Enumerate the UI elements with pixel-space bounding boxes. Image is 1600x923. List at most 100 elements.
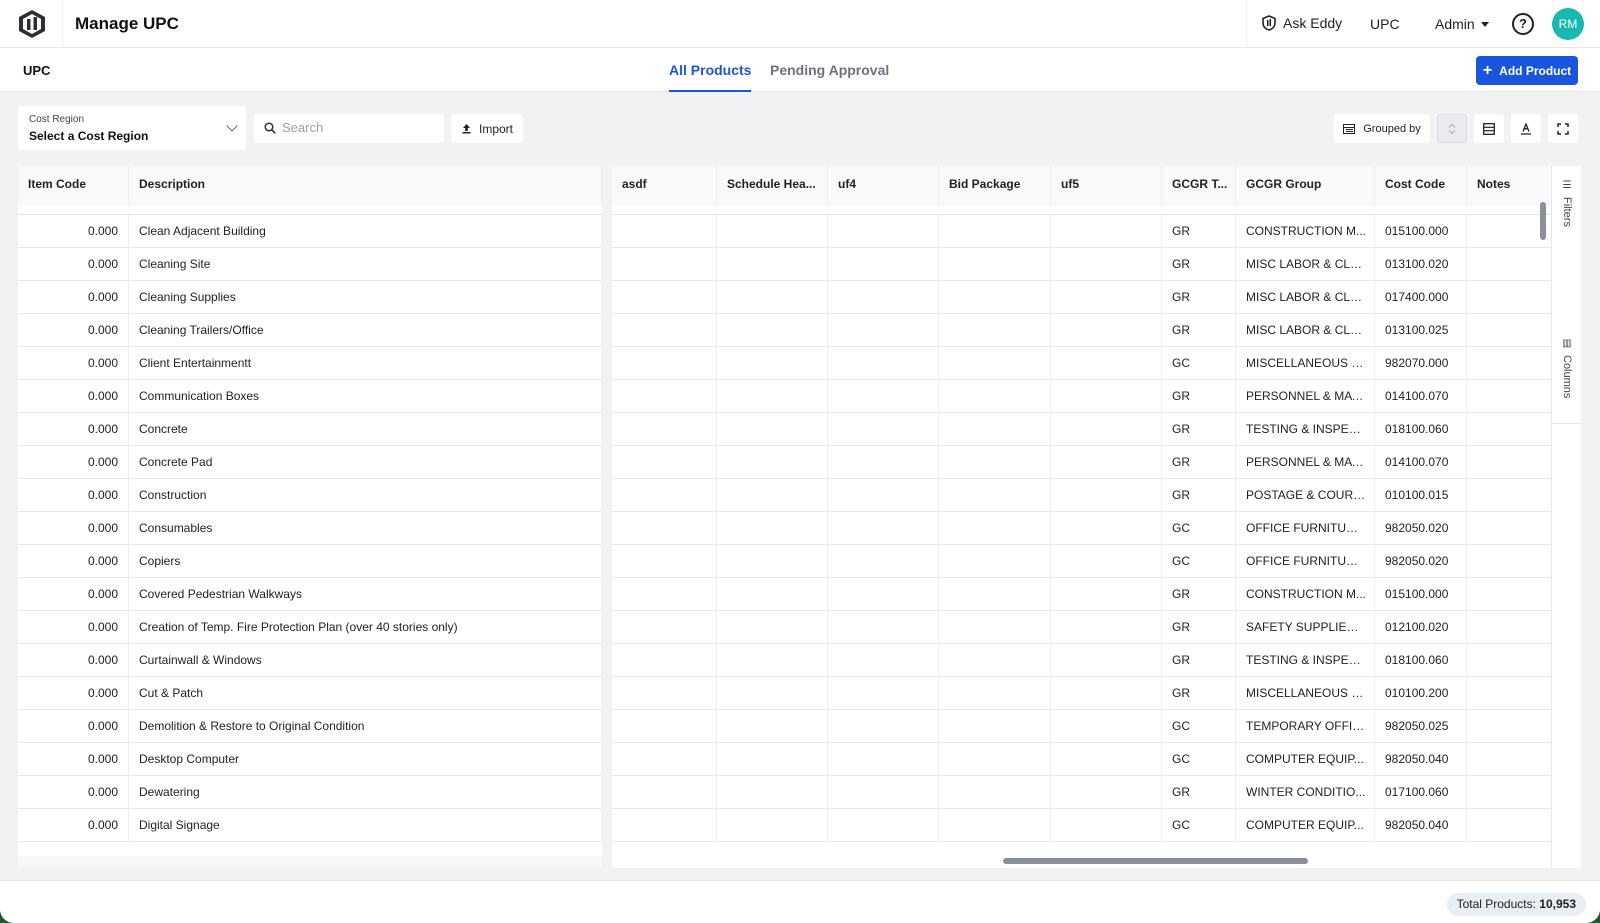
table-cell[interactable] bbox=[717, 446, 828, 479]
table-row[interactable]: 0.000 Communication Boxes GR PERSONNEL & MA… bbox=[18, 380, 1551, 413]
table-cell[interactable] bbox=[828, 380, 939, 413]
table-cell[interactable] bbox=[939, 512, 1051, 545]
table-cell[interactable] bbox=[717, 743, 828, 776]
table-cell-cost-code[interactable]: 017100.060 bbox=[1375, 776, 1467, 809]
table-cell[interactable] bbox=[1051, 677, 1162, 710]
table-cell-gcgr-type[interactable]: GC bbox=[1162, 710, 1236, 743]
table-cell-cost-code[interactable]: 014100.070 bbox=[1375, 380, 1467, 413]
table-cell-gcgr-type[interactable]: GR bbox=[1162, 380, 1236, 413]
table-cell-cost-code[interactable]: 012100.020 bbox=[1375, 611, 1467, 644]
column-header-bid-package[interactable]: Bid Package bbox=[939, 166, 1051, 206]
app-logo-icon[interactable] bbox=[18, 9, 46, 39]
table-cell[interactable] bbox=[1051, 380, 1162, 413]
table-cell-description[interactable]: Consumables bbox=[129, 512, 602, 545]
table-cell-gcgr-group[interactable]: TESTING & INSPECT... bbox=[1236, 644, 1375, 677]
table-cell-gcgr-type[interactable]: GR bbox=[1162, 281, 1236, 314]
vertical-scrollbar[interactable] bbox=[1540, 202, 1546, 240]
table-cell-gcgr-group[interactable]: MISC LABOR & CLE... bbox=[1236, 248, 1375, 281]
table-cell[interactable] bbox=[1051, 281, 1162, 314]
table-cell[interactable] bbox=[612, 644, 717, 677]
column-header-schedule-header[interactable]: Schedule Hea... bbox=[717, 166, 828, 206]
columns-tab[interactable]: ▥ Columns bbox=[1552, 334, 1581, 424]
column-header-description[interactable]: Description bbox=[129, 166, 602, 206]
table-cell-cost-code[interactable]: 010100.015 bbox=[1375, 479, 1467, 512]
table-cell[interactable] bbox=[612, 611, 717, 644]
text-format-button[interactable] bbox=[1511, 114, 1541, 143]
table-cell[interactable] bbox=[717, 380, 828, 413]
add-product-button[interactable]: + Add Product bbox=[1476, 56, 1578, 85]
table-cell[interactable] bbox=[1051, 413, 1162, 446]
table-cell[interactable] bbox=[828, 578, 939, 611]
table-cell[interactable] bbox=[939, 743, 1051, 776]
table-cell[interactable] bbox=[1051, 809, 1162, 842]
import-button[interactable]: Import bbox=[451, 114, 523, 143]
table-row[interactable]: 0.000 Curtainwall & Windows GR TESTING & IN… bbox=[18, 644, 1551, 677]
table-cell[interactable] bbox=[717, 578, 828, 611]
table-cell[interactable] bbox=[828, 215, 939, 248]
table-cell[interactable] bbox=[717, 710, 828, 743]
table-cell-gcgr-type[interactable]: GR bbox=[1162, 413, 1236, 446]
table-cell-item-code[interactable]: 0.000 bbox=[18, 281, 129, 314]
table-cell[interactable] bbox=[612, 809, 717, 842]
table-cell-gcgr-group[interactable]: MISCELLANEOUS S... bbox=[1236, 677, 1375, 710]
table-cell-cost-code[interactable]: 018100.060 bbox=[1375, 413, 1467, 446]
table-cell-gcgr-group[interactable]: CONSTRUCTION M... bbox=[1236, 215, 1375, 248]
table-cell-gcgr-group[interactable]: MISCELLANEOUS E... bbox=[1236, 347, 1375, 380]
column-header-asdf[interactable]: asdf bbox=[612, 166, 717, 206]
table-cell[interactable] bbox=[612, 215, 717, 248]
table-cell-description[interactable]: Concrete Pad bbox=[129, 446, 602, 479]
table-cell[interactable] bbox=[939, 380, 1051, 413]
table-cell[interactable] bbox=[717, 809, 828, 842]
table-cell[interactable] bbox=[828, 743, 939, 776]
table-cell-item-code[interactable]: 0.000 bbox=[18, 446, 129, 479]
table-cell[interactable] bbox=[1051, 314, 1162, 347]
table-row[interactable]: 0.000 Consumables GC OFFICE FURNITURE ... 98… bbox=[18, 512, 1551, 545]
horizontal-scrollbar[interactable] bbox=[1003, 858, 1308, 864]
table-cell-cost-code[interactable]: 013100.020 bbox=[1375, 248, 1467, 281]
table-row[interactable]: 0.000 Clean Adjacent Building GR CONSTRUCTI… bbox=[18, 215, 1551, 248]
table-cell-gcgr-type[interactable]: GC bbox=[1162, 512, 1236, 545]
table-cell[interactable] bbox=[939, 545, 1051, 578]
table-cell-gcgr-type[interactable]: GR bbox=[1162, 446, 1236, 479]
table-cell[interactable] bbox=[1467, 380, 1551, 413]
ask-eddy-button[interactable]: Ask Eddy bbox=[1262, 15, 1342, 31]
table-cell[interactable] bbox=[828, 479, 939, 512]
table-cell[interactable] bbox=[1051, 743, 1162, 776]
table-row[interactable]: 0.000 Cleaning Trailers/Office GR MISC LABO… bbox=[18, 314, 1551, 347]
table-row[interactable]: 0.000 Construction GR POSTAGE & COURIER 0101… bbox=[18, 479, 1551, 512]
table-cell[interactable] bbox=[1467, 545, 1551, 578]
fullscreen-button[interactable] bbox=[1548, 114, 1578, 143]
table-cell-description[interactable]: Copiers bbox=[129, 545, 602, 578]
table-cell-item-code[interactable]: 0.000 bbox=[18, 644, 129, 677]
table-cell-gcgr-group[interactable]: POSTAGE & COURIER bbox=[1236, 479, 1375, 512]
table-cell[interactable] bbox=[717, 545, 828, 578]
table-cell[interactable] bbox=[828, 809, 939, 842]
table-cell[interactable] bbox=[939, 677, 1051, 710]
table-cell[interactable] bbox=[939, 446, 1051, 479]
table-cell-gcgr-group[interactable]: MISC LABOR & CLE... bbox=[1236, 281, 1375, 314]
table-cell-item-code[interactable]: 0.000 bbox=[18, 545, 129, 578]
table-cell-description[interactable]: Cleaning Supplies bbox=[129, 281, 602, 314]
table-row[interactable]: 0.000 Cleaning Site GR MISC LABOR & CLE... 0… bbox=[18, 248, 1551, 281]
table-cell-description[interactable]: Creation of Temp. Fire Protection Plan (… bbox=[129, 611, 602, 644]
column-header-gcgr-type[interactable]: GCGR T... bbox=[1162, 166, 1236, 206]
table-cell-cost-code[interactable]: 018100.060 bbox=[1375, 644, 1467, 677]
table-cell-description[interactable]: Construction bbox=[129, 479, 602, 512]
table-cell-gcgr-group[interactable]: COMPUTER EQUIP... bbox=[1236, 809, 1375, 842]
table-cell[interactable] bbox=[1467, 809, 1551, 842]
table-cell-item-code[interactable]: 0.000 bbox=[18, 743, 129, 776]
table-cell-cost-code[interactable]: 014100.070 bbox=[1375, 446, 1467, 479]
table-cell-gcgr-type[interactable]: GR bbox=[1162, 215, 1236, 248]
table-cell[interactable] bbox=[612, 677, 717, 710]
admin-menu[interactable]: Admin bbox=[1435, 16, 1489, 32]
table-cell[interactable] bbox=[828, 545, 939, 578]
table-cell[interactable] bbox=[939, 776, 1051, 809]
table-cell-description[interactable]: Demolition & Restore to Original Conditi… bbox=[129, 710, 602, 743]
table-cell-description[interactable]: Cleaning Trailers/Office bbox=[129, 314, 602, 347]
column-header-gcgr-group[interactable]: GCGR Group bbox=[1236, 166, 1375, 206]
help-icon[interactable]: ? bbox=[1512, 13, 1534, 35]
expand-collapse-button[interactable] bbox=[1437, 114, 1467, 143]
table-cell[interactable] bbox=[612, 380, 717, 413]
table-cell-gcgr-group[interactable]: OFFICE FURNITURE ... bbox=[1236, 512, 1375, 545]
table-cell[interactable] bbox=[717, 479, 828, 512]
